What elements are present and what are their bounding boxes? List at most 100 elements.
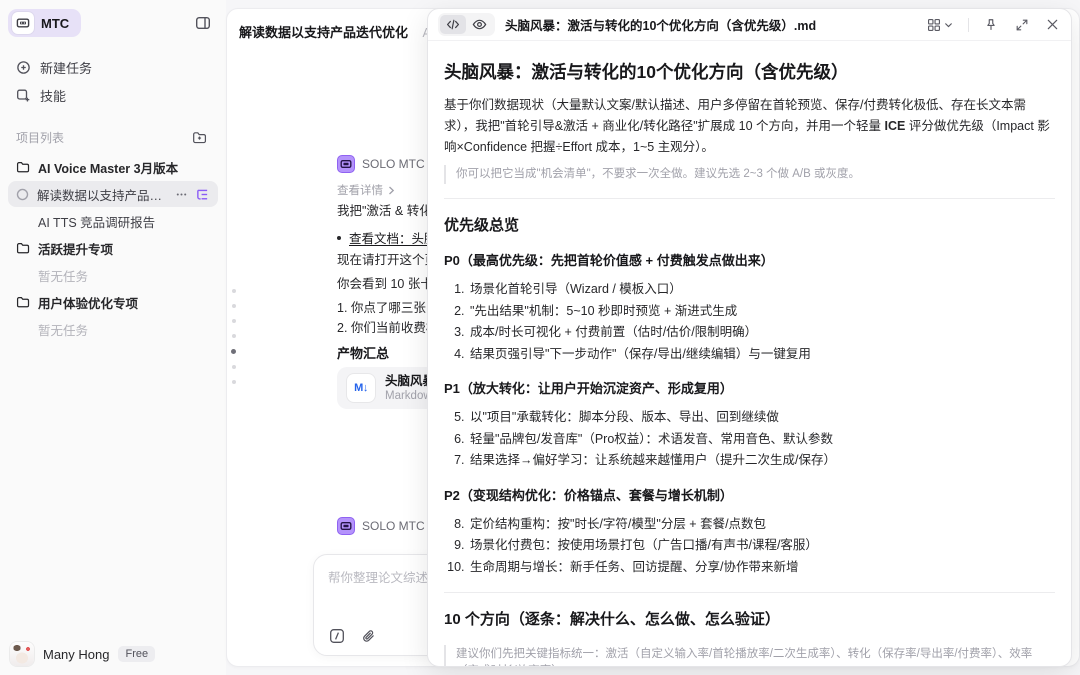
sidebar-nav: 新建任务 技能 <box>0 53 226 109</box>
doc-list-p1: 以"项目"承载转化：脚本分段、版本、导出、回到继续做 轻量"品牌包/发音库"（P… <box>444 407 1055 472</box>
new-project-folder-icon[interactable] <box>189 127 210 148</box>
divider <box>444 592 1055 593</box>
close-icon[interactable] <box>1044 16 1061 33</box>
list-item: 定价结构重构：按"时长/字符/模型"分层 + 套餐/点数包 <box>468 514 1055 536</box>
agent-name: SOLO MTC <box>362 519 425 533</box>
more-options-icon[interactable] <box>174 187 189 202</box>
timeline-dot[interactable] <box>232 380 236 384</box>
new-task-button[interactable]: 新建任务 <box>8 53 218 81</box>
chat-title: 解读数据以支持产品迭代优化 <box>239 25 408 40</box>
new-task-label: 新建任务 <box>40 58 92 77</box>
project-list-label: 项目列表 <box>16 129 64 146</box>
bullet-icon <box>337 236 341 240</box>
sidebar-item-task-ai-tts[interactable]: AI TTS 竞品调研报告 <box>8 208 218 234</box>
skills-icon <box>16 88 31 103</box>
view-mode-toggle <box>438 13 495 36</box>
view-details-label: 查看详情 <box>337 182 383 198</box>
agent-message-header: SOLO MTC <box>337 155 425 173</box>
doc-h3-p1: P1（放大转化：让用户开始沉淀资产、形成复用） <box>444 379 1055 398</box>
list-item: 生命周期与增长：新手任务、回访提醒、分享/协作带来新增 <box>468 557 1055 579</box>
doc-h2-overview: 优先级总览 <box>444 215 1055 237</box>
doc-h2-directions: 10 个方向（逐条：解决什么、怎么做、怎么验证） <box>444 609 1055 631</box>
document-toolbar <box>925 16 1061 34</box>
list-item: 结果选择→偏好学习：让系统越来越懂用户（提升二次生成/保存） <box>468 450 1055 472</box>
document-content: 头脑风暴：激活与转化的10个优化方向（含优先级） 基于你们数据现状（大量默认文案… <box>428 41 1071 666</box>
artifacts-heading: 产物汇总 <box>337 343 389 362</box>
doc-h3-p2: P2（变现结构优化：价格锚点、套餐与增长机制） <box>444 486 1055 505</box>
task-status-icon <box>16 188 29 201</box>
code-view-icon[interactable] <box>440 15 466 34</box>
task-label: AI TTS 竞品调研报告 <box>38 212 210 231</box>
task-tree-icon[interactable] <box>195 187 210 202</box>
composer-toolbar <box>328 627 377 645</box>
list-item: 结果页强引导"下一步动作"（保存/导出/继续编辑）与一键复用 <box>468 344 1055 366</box>
doc-list-p0: 场景化首轮引导（Wizard / 模板入口） "先出结果"机制：5~10 秒即时… <box>444 279 1055 365</box>
markdown-file-icon: M↓ <box>347 374 375 402</box>
list-item: 以"项目"承载转化：脚本分段、版本、导出、回到继续做 <box>468 407 1055 429</box>
timeline-dots <box>231 289 236 395</box>
agent-message-header: SOLO MTC <box>337 517 425 535</box>
mtc-logo-icon <box>12 12 34 34</box>
toolbar-divider <box>968 18 969 32</box>
timeline-dot[interactable] <box>232 365 236 369</box>
list-item: 轻量"品牌包/发音库"（Pro权益）：术语发音、常用音色、默认参数 <box>468 429 1055 451</box>
chevron-right-icon <box>388 186 395 195</box>
slash-command-icon[interactable] <box>328 627 346 645</box>
timeline-dot[interactable] <box>232 319 236 323</box>
solo-mtc-avatar-icon <box>337 155 355 173</box>
timeline-dot[interactable] <box>232 289 236 293</box>
list-item: "先出结果"机制：5~10 秒即时预览 + 渐进式生成 <box>468 301 1055 323</box>
new-task-icon <box>16 60 31 75</box>
sidebar-item-project-ai-voice-master[interactable]: AI Voice Master 3月版本 <box>8 154 218 180</box>
empty-task-note: 暂无任务 <box>8 316 218 342</box>
task-label: 解读数据以支持产品迭代优化 <box>37 185 166 204</box>
chevron-down-icon <box>944 21 953 29</box>
doc-blockquote: 你可以把它当成"机会清单"，不要求一次全做。建议先选 2~3 个做 A/B 或灰… <box>444 165 1055 184</box>
avatar <box>10 642 34 666</box>
project-list: AI Voice Master 3月版本 解读数据以支持产品迭代优化 AI TT… <box>0 154 226 342</box>
plan-badge: Free <box>118 646 155 662</box>
empty-task-note: 暂无任务 <box>8 262 218 288</box>
sidebar-item-task-selected[interactable]: 解读数据以支持产品迭代优化 <box>8 181 218 207</box>
project-label: AI Voice Master 3月版本 <box>38 158 210 177</box>
doc-list-p2: 定价结构重构：按"时长/字符/模型"分层 + 套餐/点数包 场景化付费包：按使用… <box>444 514 1055 579</box>
doc-blockquote: 建议你们先把关键指标统一：激活（自定义输入率/首轮播放率/二次生成率）、转化（保… <box>444 645 1055 666</box>
pin-icon[interactable] <box>982 16 1000 34</box>
sidebar-header: MTC <box>0 0 226 37</box>
skills-label: 技能 <box>40 86 66 105</box>
view-details-link[interactable]: 查看详情 <box>337 182 395 198</box>
doc-title-h1: 头脑风暴：激活与转化的10个优化方向（含优先级） <box>444 59 1055 85</box>
skills-button[interactable]: 技能 <box>8 81 218 109</box>
document-panel: 头脑风暴：激活与转化的10个优化方向（含优先级）.md 头脑风暴：激活与转化的1… <box>427 8 1072 667</box>
project-list-section: 项目列表 <box>16 127 210 148</box>
attachment-icon[interactable] <box>360 628 377 645</box>
folder-icon <box>16 160 30 174</box>
list-item: 成本/时长可视化 + 付费前置（估时/估价/限制明确） <box>468 322 1055 344</box>
timeline-dot[interactable] <box>232 304 236 308</box>
solo-mtc-avatar-icon <box>337 517 355 535</box>
list-item: 场景化首轮引导（Wizard / 模板入口） <box>468 279 1055 301</box>
project-label: 用户体验优化专项 <box>38 293 210 312</box>
preview-eye-icon[interactable] <box>466 15 493 34</box>
user-profile[interactable]: Many Hong Free <box>10 642 155 666</box>
project-label: 活跃提升专项 <box>38 239 210 258</box>
agent-name: SOLO MTC <box>362 157 425 171</box>
document-header: 头脑风暴：激活与转化的10个优化方向（含优先级）.md <box>428 9 1071 41</box>
list-item: 场景化付费包：按使用场景打包（广告口播/有声书/课程/客服） <box>468 535 1055 557</box>
doc-intro: 基于你们数据现状（大量默认文案/默认描述、用户多停留在首轮预览、保存/付费转化极… <box>444 95 1055 158</box>
sidebar-item-project-huoyue[interactable]: 活跃提升专项 <box>8 235 218 261</box>
user-name: Many Hong <box>43 647 109 662</box>
sidebar: MTC 新建任务 技能 项目列表 AI Voic <box>0 0 226 675</box>
timeline-dot-active[interactable] <box>231 349 236 354</box>
sidebar-item-project-ux[interactable]: 用户体验优化专项 <box>8 289 218 315</box>
divider <box>444 198 1055 199</box>
app-name: MTC <box>41 16 69 31</box>
app-logo[interactable]: MTC <box>8 9 81 37</box>
timeline-dot[interactable] <box>232 334 236 338</box>
sidebar-collapse-icon[interactable] <box>192 12 214 34</box>
folder-icon <box>16 295 30 309</box>
document-filename: 头脑风暴：激活与转化的10个优化方向（含优先级）.md <box>505 15 925 34</box>
folder-icon <box>16 241 30 255</box>
layout-options-icon[interactable] <box>925 16 955 34</box>
expand-icon[interactable] <box>1013 16 1031 34</box>
